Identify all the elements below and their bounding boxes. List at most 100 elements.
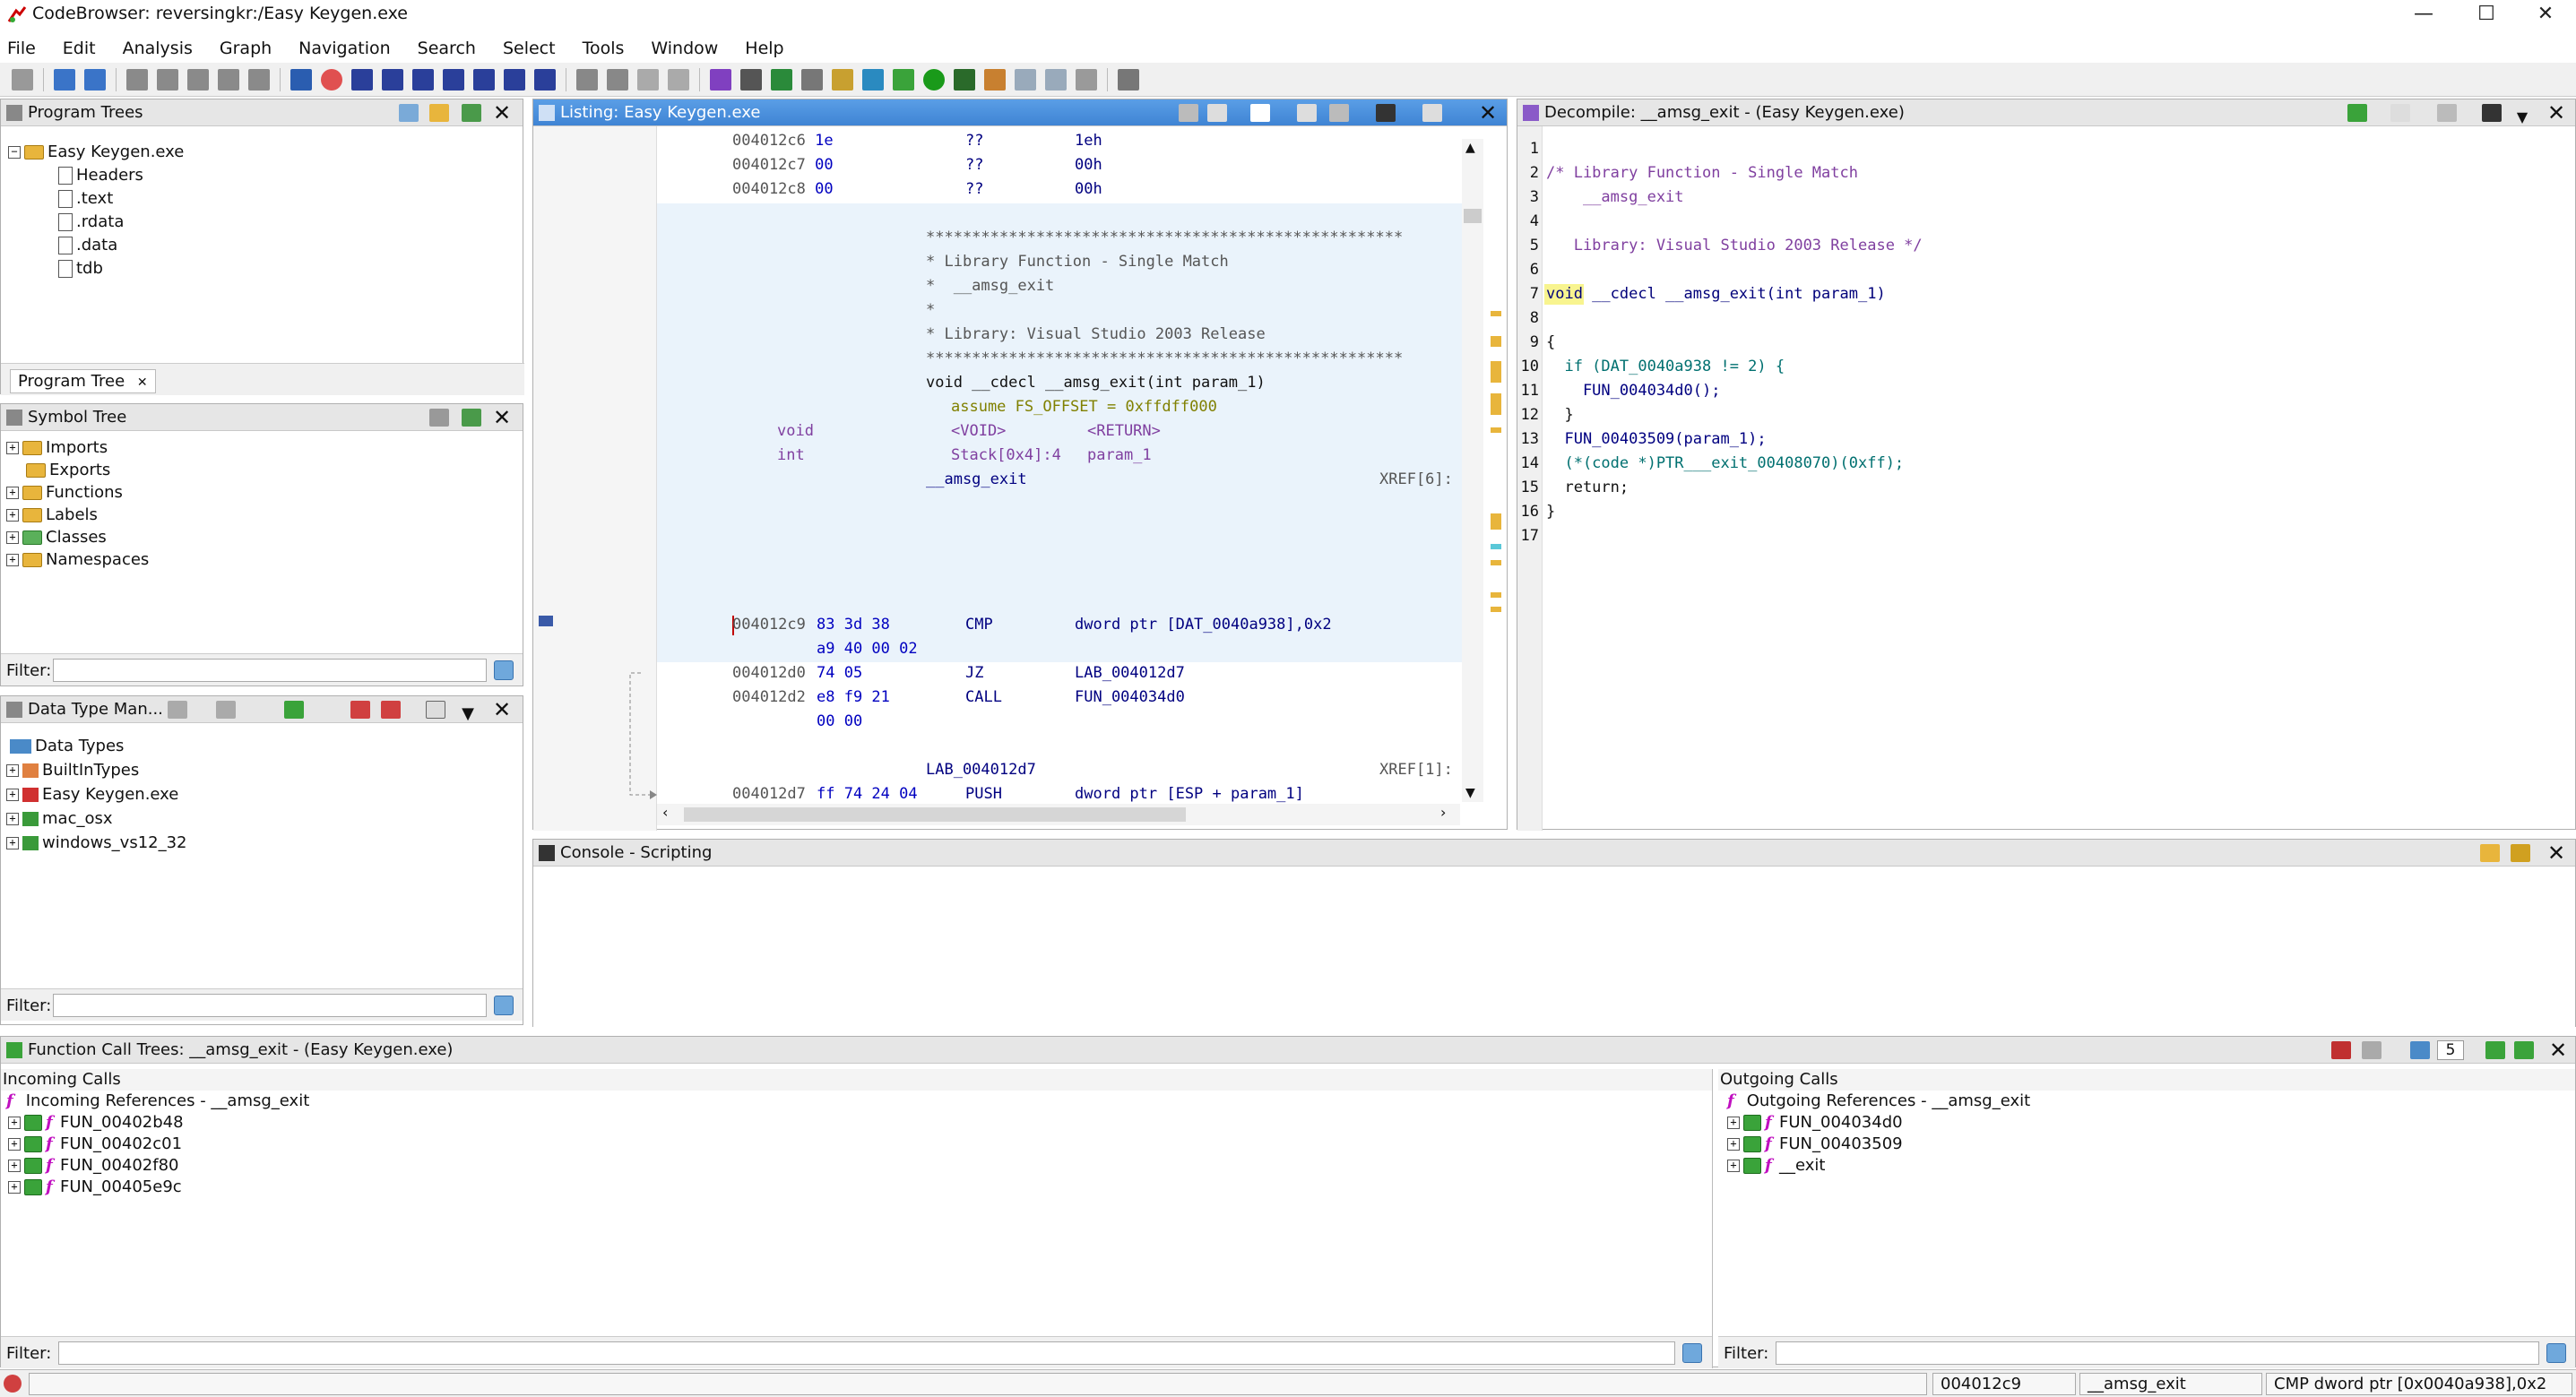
expand-icon[interactable]: + [1727, 1160, 1740, 1172]
incoming-root[interactable]: f Incoming References - __amsg_exit [1, 1091, 1712, 1112]
down-arrow-icon[interactable] [290, 68, 312, 91]
filter-options-icon[interactable] [494, 660, 514, 680]
incoming-call-item[interactable]: + f FUN_00402b48 [1, 1112, 1712, 1134]
menu-file[interactable]: File [7, 39, 36, 58]
data-type-root[interactable]: Data Types [6, 734, 187, 758]
decompile-line[interactable]: 2 /* Library Function - Single Match [1517, 161, 2548, 185]
outgoing-call-item[interactable]: + f __exit [1718, 1155, 2575, 1177]
outgoing-filter-input[interactable] [1776, 1341, 2539, 1365]
function-graph-icon[interactable] [771, 68, 792, 91]
menu-dropdown-icon[interactable]: ▼ [458, 701, 478, 723]
decompile-line[interactable]: 9{ [1517, 331, 2548, 355]
edit-fields-icon[interactable] [1297, 104, 1317, 122]
menu-help[interactable]: Help [745, 39, 783, 58]
expand-icon[interactable]: + [6, 837, 19, 849]
u-icon[interactable] [412, 68, 434, 91]
decompile-line[interactable]: 1 [1517, 137, 2548, 161]
l-icon[interactable] [443, 68, 464, 91]
close-listing-icon[interactable]: ✕ [1476, 101, 1500, 125]
depth-icon[interactable] [2410, 1041, 2430, 1059]
overview-bar[interactable] [1485, 139, 1507, 802]
snapshot-icon[interactable] [2482, 104, 2502, 122]
expand-icon[interactable]: + [6, 813, 19, 825]
close-console-icon[interactable]: ✕ [2545, 841, 2568, 865]
export-icon[interactable] [462, 409, 481, 427]
decompile-line[interactable]: 5 Library: Visual Studio 2003 Release */ [1517, 234, 2548, 258]
symbol-tree-item[interactable]: + Classes [6, 526, 149, 548]
expand-icon[interactable]: + [6, 764, 19, 777]
display-options-icon[interactable] [1422, 104, 1442, 122]
filter-options-icon[interactable] [2546, 1343, 2566, 1363]
back-icon[interactable] [54, 68, 75, 91]
scroll-left-icon[interactable]: ‹ [662, 804, 668, 821]
listing-hscrollbar[interactable]: ‹ › [657, 804, 1460, 825]
address[interactable]: 004012d7 [732, 785, 806, 803]
decompile-line[interactable]: 11 FUN_004034d0(); [1517, 379, 2548, 403]
filter-arrays-icon[interactable] [350, 701, 370, 719]
collapse-all-icon[interactable] [426, 701, 445, 719]
scroll-right-icon[interactable]: › [1440, 804, 1446, 821]
symbol-tree-item[interactable]: + Functions [6, 481, 149, 504]
filter-pointers-icon[interactable] [381, 701, 401, 719]
menu-tools[interactable]: Tools [583, 39, 625, 58]
decompile-line[interactable]: 14 (*(code *)PTR___exit_00408070)(0xff); [1517, 452, 2548, 476]
filter-options-icon[interactable] [1682, 1343, 1702, 1363]
decompile-line[interactable]: 6 [1517, 258, 2548, 282]
depth-field[interactable]: 5 [2437, 1040, 2464, 1060]
close-data-type-manager-icon[interactable]: ✕ [490, 698, 514, 721]
network-icon[interactable] [1076, 68, 1097, 91]
copy-icon[interactable] [2390, 104, 2410, 122]
filter-options-icon[interactable] [494, 996, 514, 1015]
next-instruction-icon[interactable] [157, 68, 178, 91]
expand-icon[interactable]: + [8, 1181, 21, 1194]
expand-icon[interactable]: + [6, 442, 19, 454]
show-outgoing-icon[interactable] [2514, 1041, 2534, 1059]
decompile-line[interactable]: 4 [1517, 210, 2548, 234]
outgoing-call-item[interactable]: + f FUN_00403509 [1718, 1134, 2575, 1155]
expand-icon[interactable]: + [6, 509, 19, 522]
open-tree-icon[interactable] [399, 104, 419, 122]
panel-icon[interactable] [1045, 68, 1067, 91]
hscroll-thumb[interactable] [684, 807, 1186, 822]
diff-icon[interactable] [1329, 104, 1349, 122]
minimize-button[interactable]: — [2397, 0, 2451, 30]
decompile-line[interactable]: 12 } [1517, 403, 2548, 427]
terminal-icon[interactable] [954, 68, 975, 91]
symbol-tree-item[interactable]: + Imports [6, 436, 149, 459]
register-icon[interactable] [832, 68, 853, 91]
tree-item[interactable]: tdb [8, 257, 184, 280]
menu-graph[interactable]: Graph [220, 39, 272, 58]
new-namespace-icon[interactable] [429, 409, 449, 427]
listing-row[interactable]: 004012c8 00 [732, 180, 834, 198]
address[interactable]: 004012d0 [732, 664, 806, 682]
checkmark-icon[interactable] [710, 68, 731, 91]
expand-icon[interactable]: + [6, 531, 19, 544]
tree-root[interactable]: − Easy Keygen.exe [8, 141, 184, 164]
expand-icon[interactable]: + [8, 1160, 21, 1172]
tab-close-icon[interactable]: ✕ [137, 375, 148, 390]
cursor-icon[interactable] [1250, 104, 1270, 122]
next-function-icon[interactable] [248, 68, 270, 91]
menu-edit[interactable]: Edit [63, 39, 96, 58]
scroll-up-icon[interactable]: ▲ [1465, 141, 1475, 155]
menu-navigation[interactable]: Navigation [298, 39, 390, 58]
tree-icon[interactable] [893, 68, 914, 91]
close-symbol-tree-icon[interactable]: ✕ [490, 406, 514, 429]
menu-analysis[interactable]: Analysis [123, 39, 193, 58]
tree-item[interactable]: .rdata [8, 211, 184, 234]
operand[interactable]: dword ptr [DAT_0040a938],0x2 [1075, 616, 1332, 634]
incoming-call-item[interactable]: + f FUN_00402f80 [1, 1155, 1712, 1177]
paste-icon[interactable] [1207, 104, 1227, 122]
export-icon[interactable] [462, 104, 481, 122]
copy-icon[interactable] [1179, 104, 1198, 122]
decompile-line[interactable]: 15 return; [1517, 476, 2548, 500]
close-fct-icon[interactable]: ✕ [2546, 1039, 2570, 1062]
stop-icon[interactable] [321, 68, 342, 91]
maximize-button[interactable]: ☐ [2459, 0, 2513, 30]
lock-icon[interactable] [2480, 844, 2500, 862]
decompile-line[interactable]: 7 void __cdecl __amsg_exit(int param_1) [1517, 282, 2548, 306]
operand[interactable]: dword ptr [ESP + param_1] [1075, 785, 1304, 803]
expand-icon[interactable]: + [6, 554, 19, 566]
expand-icon[interactable]: + [8, 1117, 21, 1129]
menu-window[interactable]: Window [651, 39, 718, 58]
